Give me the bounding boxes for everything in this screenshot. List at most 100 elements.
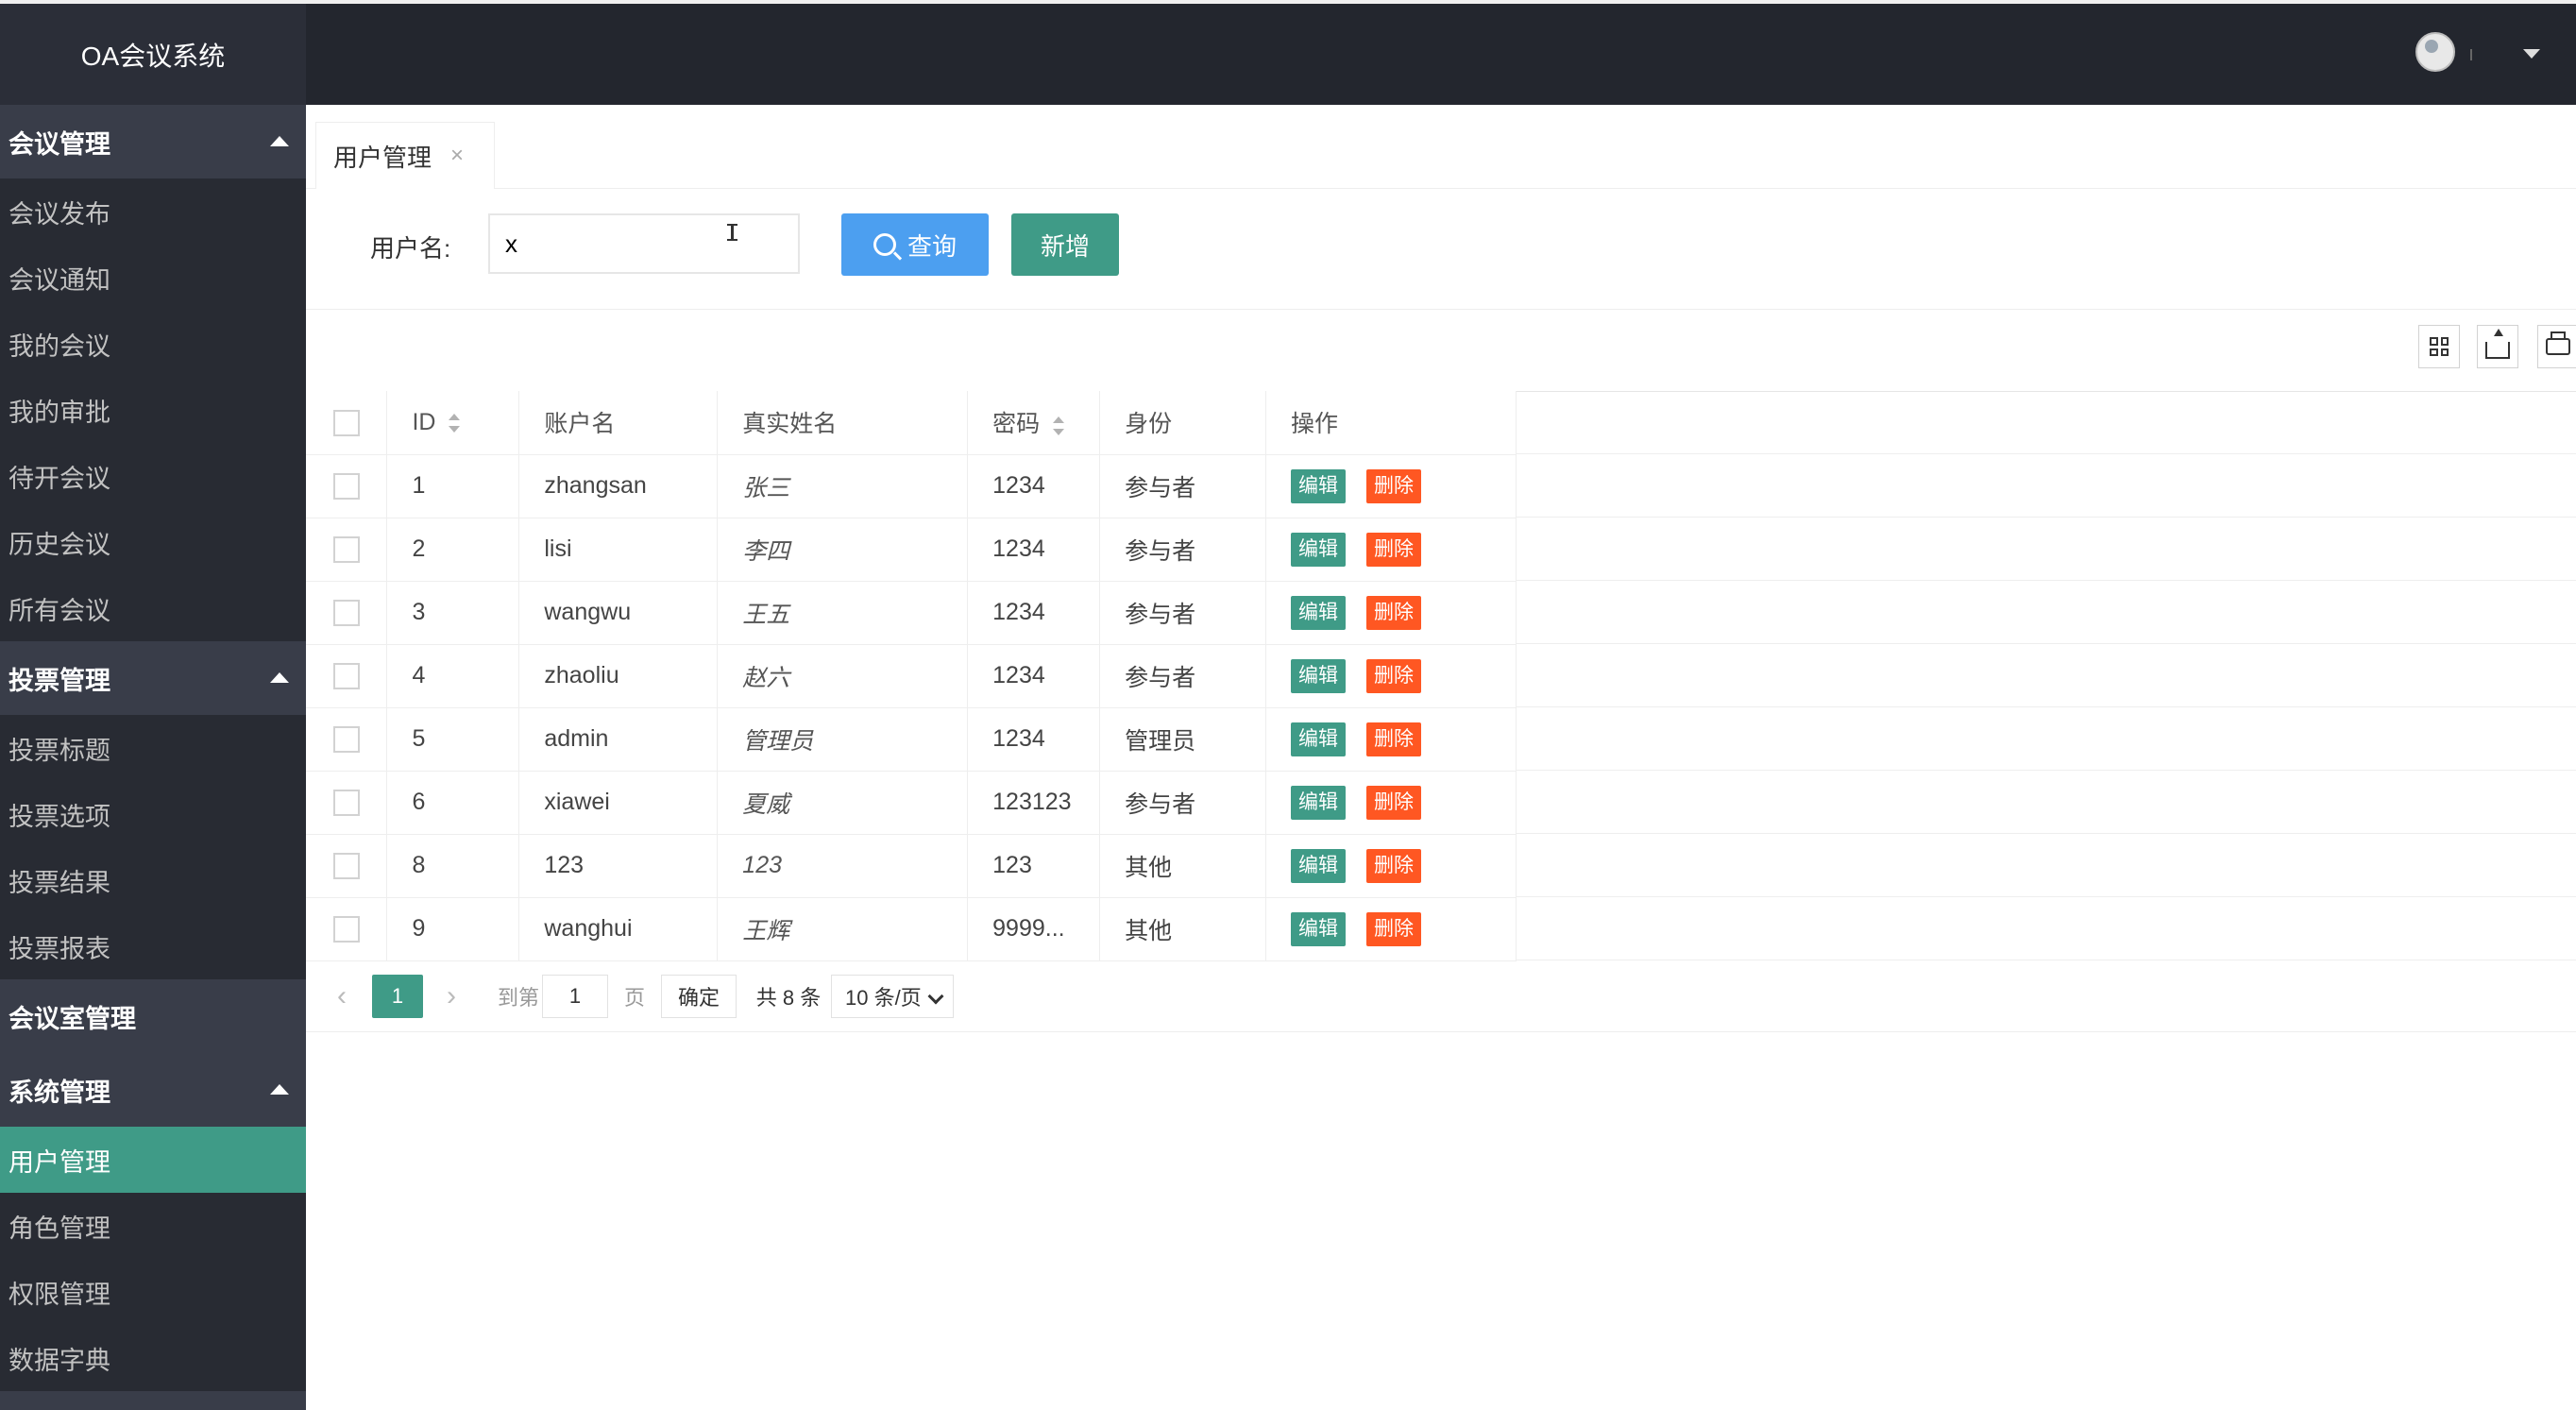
table-row: 5 admin 管理员 1234 管理员 编辑 删除 bbox=[306, 707, 1517, 772]
row-select-cell[interactable] bbox=[306, 518, 388, 582]
sidebar: OA会议系统 会议管理 会议发布 会议通知 我的会议 我的审批 待开会议 历史会… bbox=[0, 4, 306, 1410]
prev-page-button[interactable]: ‹ bbox=[323, 975, 361, 1018]
delete-button[interactable]: 删除 bbox=[1366, 468, 1422, 503]
sidebar-item-vote-report[interactable]: 投票报表 bbox=[0, 913, 306, 979]
sidebar-item-history-meetings[interactable]: 历史会议 bbox=[0, 509, 306, 575]
row-select-cell[interactable] bbox=[306, 644, 388, 708]
row-select-cell[interactable] bbox=[306, 707, 388, 772]
row-select-cell[interactable] bbox=[306, 834, 388, 898]
cell-ops: 编辑 删除 bbox=[1265, 897, 1517, 961]
sidebar-group-meeting-room[interactable]: 会议室管理 bbox=[0, 979, 306, 1053]
table-row: 3 wangwu 王五 1234 参与者 编辑 删除 bbox=[306, 581, 1517, 645]
edit-button[interactable]: 编辑 bbox=[1291, 848, 1347, 883]
table-row: 1 zhangsan 张三 1234 参与者 编辑 删除 bbox=[306, 454, 1517, 518]
add-button[interactable]: 新增 bbox=[1011, 213, 1119, 276]
columns-filter-button[interactable] bbox=[2418, 325, 2460, 368]
cell-ops: 编辑 删除 bbox=[1265, 644, 1517, 708]
export-button[interactable] bbox=[2477, 325, 2518, 368]
header-password[interactable]: 密码 bbox=[967, 391, 1101, 455]
sidebar-item-permission-management[interactable]: 权限管理 bbox=[0, 1259, 306, 1325]
username-search-input[interactable] bbox=[488, 213, 800, 274]
edit-button[interactable]: 编辑 bbox=[1291, 722, 1347, 756]
query-button[interactable]: 查询 bbox=[841, 213, 989, 276]
cell-id: 2 bbox=[386, 518, 520, 582]
total-count: 共 8 条 bbox=[755, 986, 822, 1010]
row-select-cell[interactable] bbox=[306, 771, 388, 835]
close-icon[interactable]: × bbox=[450, 143, 464, 169]
app-logo-title: OA会议系统 bbox=[0, 4, 306, 105]
delete-button[interactable]: 删除 bbox=[1366, 595, 1422, 630]
goto-page-input[interactable] bbox=[542, 975, 608, 1018]
checkbox[interactable] bbox=[332, 916, 360, 943]
cell-id: 4 bbox=[386, 644, 520, 708]
header-id-label: ID bbox=[412, 408, 436, 435]
cell-ops: 编辑 删除 bbox=[1265, 518, 1517, 582]
cell-role: 参与者 bbox=[1099, 518, 1267, 582]
chevron-down-icon[interactable] bbox=[2523, 49, 2540, 59]
sidebar-item-meeting-notice[interactable]: 会议通知 bbox=[0, 245, 306, 311]
delete-button[interactable]: 删除 bbox=[1366, 911, 1422, 946]
edit-button[interactable]: 编辑 bbox=[1291, 785, 1347, 820]
cell-id: 1 bbox=[386, 454, 520, 518]
sort-icon[interactable] bbox=[449, 413, 461, 433]
sidebar-group-label: 系统管理 bbox=[8, 1078, 110, 1107]
edit-button[interactable]: 编辑 bbox=[1291, 658, 1347, 693]
export-icon bbox=[2485, 329, 2510, 359]
sidebar-item-vote-title[interactable]: 投票标题 bbox=[0, 715, 306, 781]
sidebar-item-meeting-publish[interactable]: 会议发布 bbox=[0, 178, 306, 245]
sidebar-item-role-management[interactable]: 角色管理 bbox=[0, 1193, 306, 1259]
row-select-cell[interactable] bbox=[306, 581, 388, 645]
sidebar-item-vote-results[interactable]: 投票结果 bbox=[0, 847, 306, 913]
checkbox[interactable] bbox=[332, 726, 360, 754]
checkbox[interactable] bbox=[332, 853, 360, 880]
row-divider bbox=[1517, 770, 2576, 771]
delete-button[interactable]: 删除 bbox=[1366, 785, 1422, 820]
goto-confirm-button[interactable]: 确定 bbox=[661, 975, 737, 1018]
page-1-button[interactable]: 1 bbox=[372, 975, 423, 1018]
checkbox[interactable] bbox=[332, 536, 360, 564]
checkbox[interactable] bbox=[332, 409, 360, 436]
sidebar-item-data-dictionary[interactable]: 数据字典 bbox=[0, 1325, 306, 1391]
sidebar-item-pending-meetings[interactable]: 待开会议 bbox=[0, 443, 306, 509]
cell-account: lisi bbox=[518, 518, 719, 582]
print-icon bbox=[2546, 331, 2570, 355]
delete-button[interactable]: 删除 bbox=[1366, 848, 1422, 883]
sidebar-group-vote[interactable]: 投票管理 bbox=[0, 641, 306, 715]
page-size-select[interactable]: 10 条/页 bbox=[831, 975, 954, 1018]
checkbox[interactable] bbox=[332, 600, 360, 627]
row-select-cell[interactable] bbox=[306, 454, 388, 518]
edit-button[interactable]: 编辑 bbox=[1291, 532, 1347, 567]
row-divider bbox=[1517, 643, 2576, 644]
sort-icon[interactable] bbox=[1053, 416, 1065, 436]
checkbox[interactable] bbox=[332, 790, 360, 817]
row-select-cell[interactable] bbox=[306, 897, 388, 961]
sidebar-group-meeting[interactable]: 会议管理 bbox=[0, 105, 306, 178]
sidebar-item-my-approvals[interactable]: 我的审批 bbox=[0, 377, 306, 443]
sidebar-item-user-management[interactable]: 用户管理 bbox=[0, 1127, 306, 1193]
chevron-down-icon bbox=[927, 988, 944, 1005]
print-button[interactable] bbox=[2537, 325, 2576, 368]
sidebar-item-vote-options[interactable]: 投票选项 bbox=[0, 781, 306, 847]
header-realname: 真实姓名 bbox=[717, 391, 969, 455]
search-icon bbox=[873, 233, 896, 256]
sidebar-item-my-meetings[interactable]: 我的会议 bbox=[0, 311, 306, 377]
cell-account: 123 bbox=[518, 834, 719, 898]
delete-button[interactable]: 删除 bbox=[1366, 722, 1422, 756]
edit-button[interactable]: 编辑 bbox=[1291, 911, 1347, 946]
header-account: 账户名 bbox=[518, 391, 719, 455]
checkbox[interactable] bbox=[332, 473, 360, 501]
next-page-button[interactable]: › bbox=[432, 975, 470, 1018]
sidebar-item-all-meetings[interactable]: 所有会议 bbox=[0, 575, 306, 641]
delete-button[interactable]: 删除 bbox=[1366, 658, 1422, 693]
sidebar-group-system[interactable]: 系统管理 bbox=[0, 1053, 306, 1127]
avatar[interactable] bbox=[2415, 32, 2455, 72]
header-id[interactable]: ID bbox=[386, 391, 520, 455]
cell-role: 其他 bbox=[1099, 897, 1267, 961]
tab-user-management[interactable]: 用户管理 × bbox=[315, 122, 496, 189]
header-select-all[interactable] bbox=[306, 391, 388, 455]
checkbox[interactable] bbox=[332, 663, 360, 690]
edit-button[interactable]: 编辑 bbox=[1291, 595, 1347, 630]
delete-button[interactable]: 删除 bbox=[1366, 532, 1422, 567]
row-divider bbox=[1517, 896, 2576, 897]
edit-button[interactable]: 编辑 bbox=[1291, 468, 1347, 503]
